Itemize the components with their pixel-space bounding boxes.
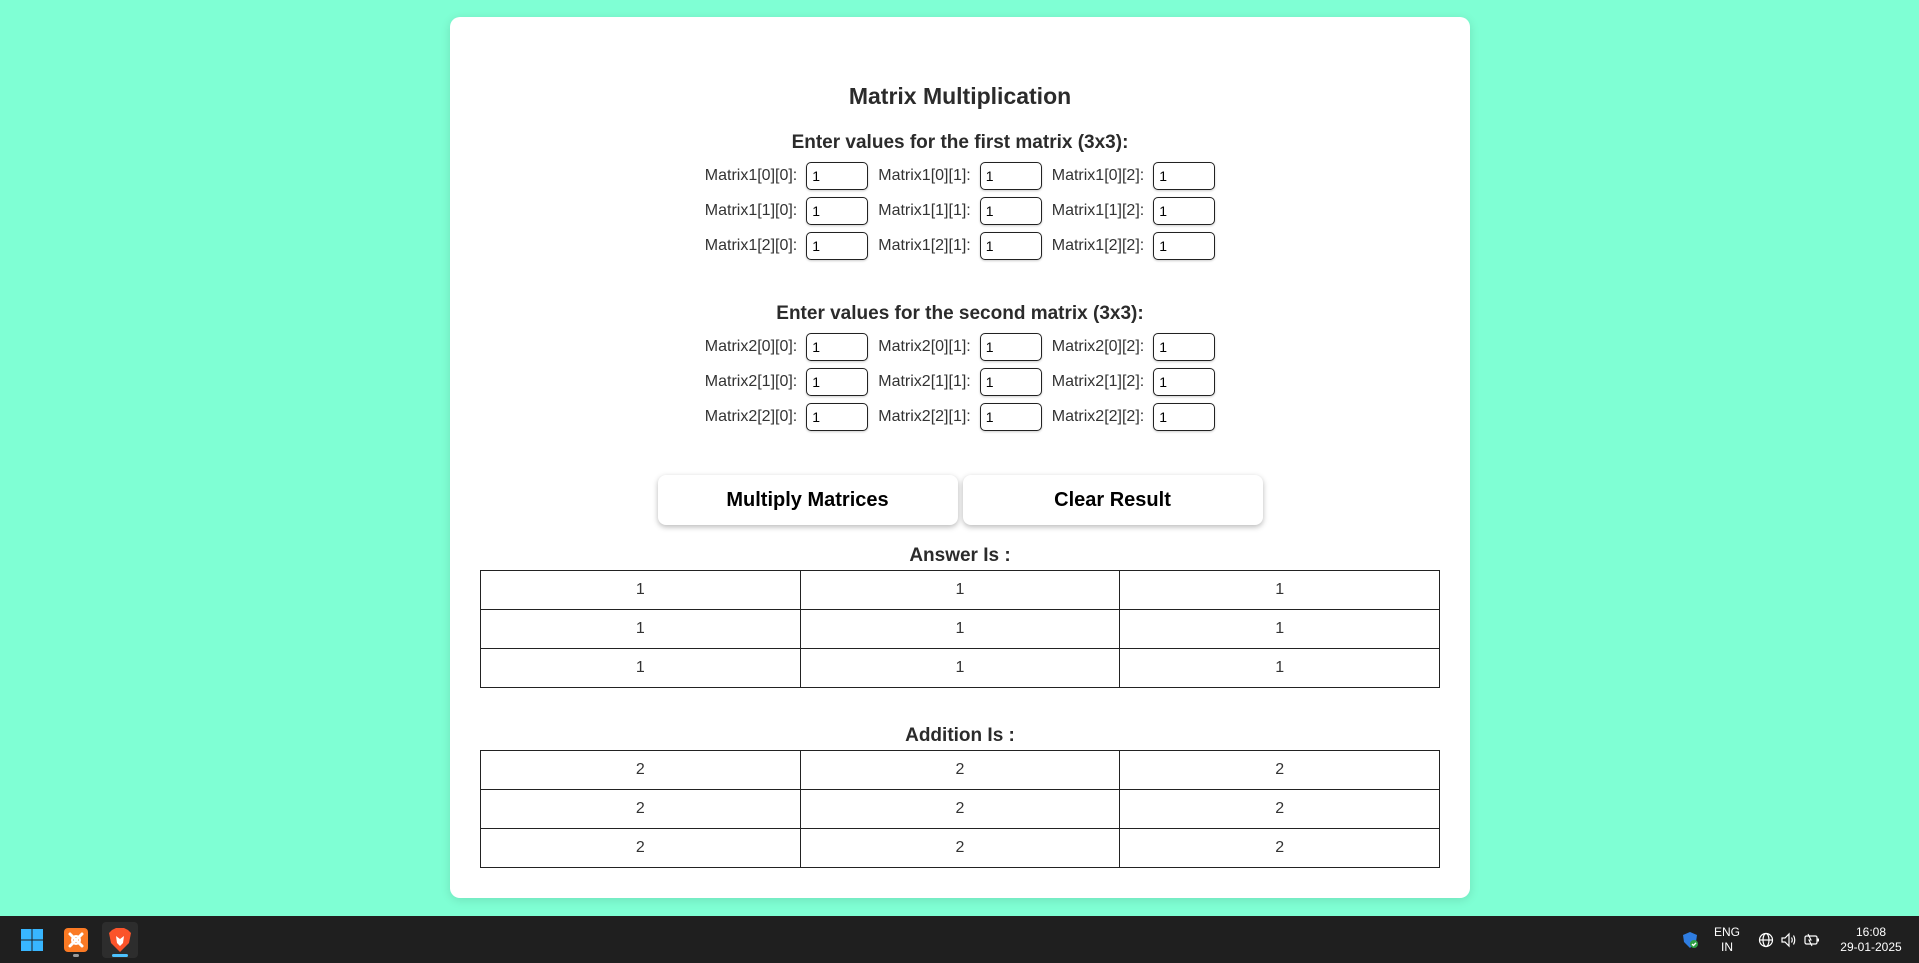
xampp-icon[interactable] — [58, 922, 94, 958]
matrix1-0-0-label: Matrix1[0][0]: — [704, 167, 798, 184]
table-cell: 1 — [480, 570, 801, 610]
language-indicator[interactable]: ENG IN — [1712, 925, 1742, 955]
security-shield-icon[interactable] — [1680, 930, 1700, 950]
table-cell: 2 — [1119, 789, 1440, 829]
second-matrix-grid: Matrix2[0][0]: Matrix2[0][1]: Matrix2[0]… — [450, 333, 1470, 431]
matrix2-row-2: Matrix2[2][0]: Matrix2[2][1]: Matrix2[2]… — [700, 403, 1220, 431]
matrix2-1-0-input[interactable] — [806, 368, 869, 396]
table-cell: 2 — [1119, 750, 1440, 790]
battery-icon[interactable] — [1802, 930, 1822, 950]
table-cell: 2 — [480, 750, 801, 790]
table-cell: 1 — [799, 570, 1121, 610]
table-cell: 2 — [1119, 828, 1440, 868]
taskbar: ENG IN 16:08 29-01-2025 — [0, 916, 1919, 963]
page-title: Matrix Multiplication — [848, 83, 1072, 109]
clock[interactable]: 16:08 29-01-2025 — [1832, 925, 1910, 955]
matrix1-row-2: Matrix1[2][0]: Matrix1[2][1]: Matrix1[2]… — [700, 232, 1220, 260]
matrix2-2-1-label: Matrix2[2][1]: — [878, 408, 971, 425]
table-cell: 2 — [480, 789, 801, 829]
brave-active-indicator — [112, 954, 128, 957]
table-cell: 1 — [1119, 648, 1440, 688]
matrix1-row-1: Matrix1[1][0]: Matrix1[1][1]: Matrix1[1]… — [700, 197, 1220, 225]
matrix2-0-1-input[interactable] — [979, 333, 1042, 361]
matrix1-1-1-input[interactable] — [979, 197, 1042, 225]
matrix2-2-2-input[interactable] — [1153, 403, 1216, 431]
table-row: 111 — [480, 609, 1440, 649]
matrix2-0-1-label: Matrix2[0][1]: — [878, 338, 971, 355]
matrix1-1-1-label: Matrix1[1][1]: — [878, 202, 971, 219]
answer-heading: Answer Is : — [909, 545, 1011, 566]
first-matrix-heading: Enter values for the first matrix (3x3): — [791, 132, 1129, 153]
matrix1-1-2-input[interactable] — [1153, 197, 1216, 225]
matrix1-row-0: Matrix1[0][0]: Matrix1[0][1]: Matrix1[0]… — [700, 162, 1220, 190]
table-row: 222 — [480, 789, 1440, 829]
second-matrix-heading: Enter values for the second matrix (3x3)… — [776, 303, 1144, 324]
matrix2-row-0: Matrix2[0][0]: Matrix2[0][1]: Matrix2[0]… — [700, 333, 1220, 361]
table-cell: 2 — [799, 828, 1121, 868]
matrix1-2-2-label: Matrix1[2][2]: — [1051, 237, 1145, 254]
matrix1-0-2-input[interactable] — [1153, 162, 1216, 190]
volume-icon[interactable] — [1779, 930, 1799, 950]
table-cell: 1 — [1119, 609, 1440, 649]
table-cell: 1 — [480, 648, 801, 688]
matrix2-2-2-label: Matrix2[2][2]: — [1051, 408, 1145, 425]
matrix2-1-2-label: Matrix2[1][2]: — [1051, 373, 1145, 390]
language-code: ENG — [1713, 925, 1740, 939]
addition-heading: Addition Is : — [905, 725, 1015, 746]
matrix2-1-1-label: Matrix2[1][1]: — [878, 373, 971, 390]
first-matrix-grid: Matrix1[0][0]: Matrix1[0][1]: Matrix1[0]… — [450, 162, 1470, 260]
table-cell: 2 — [799, 750, 1121, 790]
table-row: 111 — [480, 570, 1440, 610]
action-buttons: Multiply Matrices Clear Result — [450, 475, 1470, 525]
matrix1-2-2-input[interactable] — [1153, 232, 1216, 260]
matrix1-2-0-input[interactable] — [806, 232, 869, 260]
table-cell: 1 — [480, 609, 801, 649]
matrix2-0-2-input[interactable] — [1153, 333, 1216, 361]
matrix1-2-1-input[interactable] — [979, 232, 1042, 260]
table-row: 111 — [480, 648, 1440, 688]
matrix2-1-2-input[interactable] — [1153, 368, 1216, 396]
clock-date: 29-01-2025 — [1840, 940, 1902, 954]
table-cell: 1 — [1119, 570, 1440, 610]
clock-time: 16:08 — [1855, 925, 1887, 939]
matrix2-1-0-label: Matrix2[1][0]: — [704, 373, 798, 390]
table-row: 222 — [480, 750, 1440, 790]
answer-table: 111 111 111 — [480, 570, 1440, 688]
matrix1-1-0-input[interactable] — [806, 197, 869, 225]
matrix2-0-0-input[interactable] — [806, 333, 869, 361]
matrix1-0-0-input[interactable] — [806, 162, 869, 190]
matrix2-2-0-input[interactable] — [806, 403, 869, 431]
matrix2-2-1-input[interactable] — [979, 403, 1042, 431]
matrix2-0-0-label: Matrix2[0][0]: — [704, 338, 798, 355]
brave-browser-icon[interactable] — [102, 922, 138, 958]
matrix1-2-0-label: Matrix1[2][0]: — [704, 237, 798, 254]
matrix2-row-1: Matrix2[1][0]: Matrix2[1][1]: Matrix2[1]… — [700, 368, 1220, 396]
matrix2-2-0-label: Matrix2[2][0]: — [704, 408, 798, 425]
table-cell: 2 — [799, 789, 1121, 829]
matrix2-1-1-input[interactable] — [979, 368, 1042, 396]
addition-table: 222 222 222 — [480, 750, 1440, 868]
matrix1-1-0-label: Matrix1[1][0]: — [704, 202, 798, 219]
network-icon[interactable] — [1756, 930, 1776, 950]
matrix1-0-1-input[interactable] — [979, 162, 1042, 190]
matrix1-2-1-label: Matrix1[2][1]: — [878, 237, 971, 254]
region-code: IN — [1721, 940, 1733, 954]
matrix-card: Matrix Multiplication Enter values for t… — [450, 17, 1470, 898]
table-cell: 1 — [799, 609, 1121, 649]
matrix1-0-2-label: Matrix1[0][2]: — [1051, 167, 1145, 184]
windows-start-icon[interactable] — [14, 922, 50, 958]
table-cell: 2 — [480, 828, 801, 868]
multiply-matrices-button[interactable]: Multiply Matrices — [657, 475, 958, 525]
xampp-running-indicator — [73, 954, 79, 957]
clear-result-button[interactable]: Clear Result — [962, 475, 1263, 525]
table-cell: 1 — [799, 648, 1121, 688]
matrix1-0-1-label: Matrix1[0][1]: — [878, 167, 971, 184]
matrix1-1-2-label: Matrix1[1][2]: — [1051, 202, 1145, 219]
matrix2-0-2-label: Matrix2[0][2]: — [1051, 338, 1145, 355]
table-row: 222 — [480, 828, 1440, 868]
